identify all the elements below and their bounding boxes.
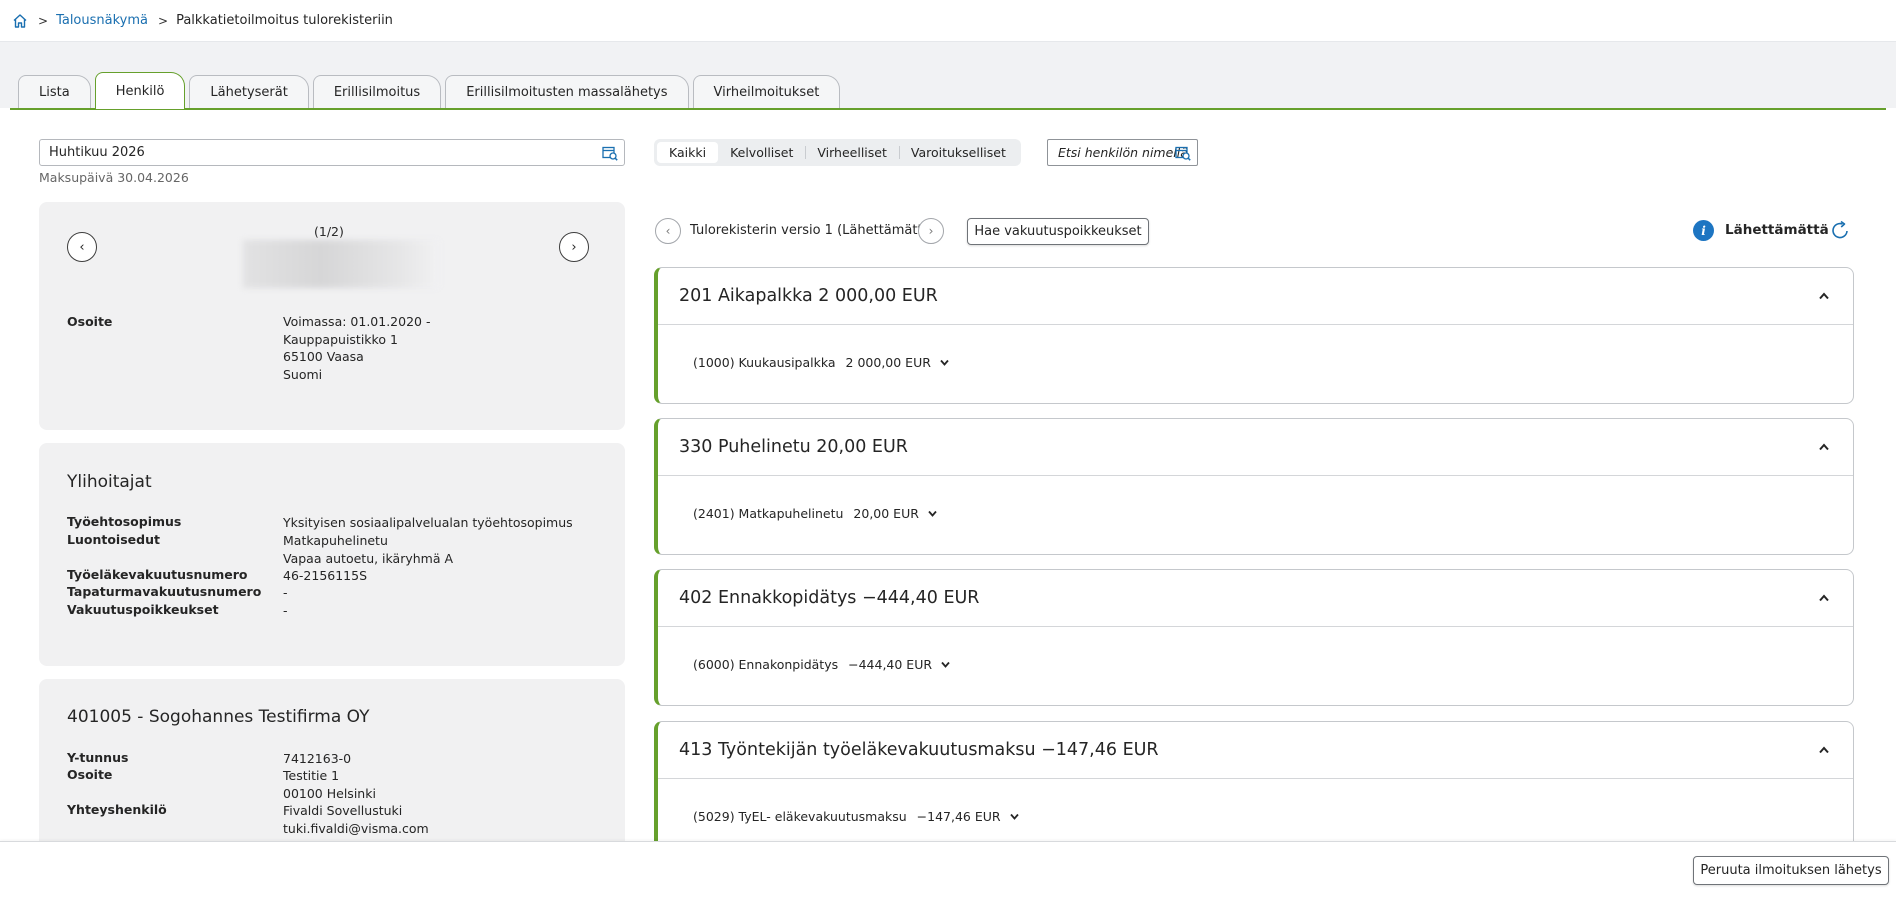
income-line-item[interactable]: (5029) TyEL- eläkevakuutusmaksu −147,46 … [693, 809, 1019, 824]
income-group: 413 Työntekijän työeläkevakuutusmaksu −1… [654, 721, 1854, 858]
employment-card: Ylihoitajat Työehtosopimus Yksityisen so… [39, 443, 625, 666]
tab-erillisilmoitus[interactable]: Erillisilmoitus [312, 75, 442, 109]
name-search-placeholder: Etsi henkilön nimellä [1058, 145, 1188, 160]
chevron-left-icon: ‹ [79, 239, 85, 255]
chevron-right-icon: › [928, 224, 934, 238]
prev-version-button[interactable]: ‹ [655, 218, 681, 244]
chevron-left-icon: ‹ [665, 224, 671, 238]
status-filter: Kaikki Kelvolliset Virheelliset Varoituk… [654, 139, 1021, 166]
refresh-icon[interactable] [1829, 219, 1851, 241]
chevron-up-icon[interactable] [1819, 594, 1829, 602]
home-icon[interactable] [12, 13, 28, 29]
tab-massalahetys[interactable]: Erillisilmoitusten massalähetys [445, 75, 689, 109]
company-title: 401005 - Sogohannes Testifirma OY [67, 707, 370, 727]
cancel-sending-button[interactable]: Peruuta ilmoituksen lähetys [1693, 856, 1889, 885]
employment-title: Ylihoitajat [67, 472, 152, 492]
calendar-search-icon[interactable] [602, 145, 618, 161]
filter-kaikki[interactable]: Kaikki [657, 142, 719, 163]
tab-henkilo[interactable]: Henkilö [94, 72, 186, 109]
version-text: Tulorekisterin versio 1 (Lähettämättä) [690, 223, 936, 238]
period-value: Huhtikuu 2026 [49, 145, 145, 160]
fetch-insurance-exceptions-button[interactable]: Hae vakuutuspoikkeukset [967, 218, 1149, 245]
next-version-button[interactable]: › [918, 218, 944, 244]
chevron-down-icon[interactable] [941, 661, 950, 668]
chevron-down-icon[interactable] [1009, 813, 1019, 820]
search-icon[interactable] [1175, 145, 1191, 161]
chevron-up-icon[interactable] [1819, 292, 1829, 300]
income-group-body: (6000) Ennakonpidätys −444,40 EUR [658, 627, 1853, 702]
income-group: 330 Puhelinetu 20,00 EUR (2401) Matkapuh… [654, 418, 1854, 555]
chevron-up-icon[interactable] [1819, 746, 1829, 754]
breadcrumb-separator: > [158, 13, 169, 28]
footer-bar [0, 841, 1896, 902]
person-card: (1/2) ‹ › Osoite Voimassa: 01.01.2020 - … [39, 202, 625, 430]
tab-lista[interactable]: Lista [18, 75, 91, 109]
chevron-down-icon[interactable] [940, 359, 949, 366]
address-label: Osoite [67, 314, 113, 329]
chevron-down-icon[interactable] [928, 510, 937, 517]
income-group-header[interactable]: 201 Aikapalkka 2 000,00 EUR [658, 268, 1853, 325]
period-select[interactable]: Huhtikuu 2026 [39, 139, 625, 166]
filter-kelvolliset[interactable]: Kelvolliset [718, 142, 805, 163]
tab-bar: Lista Henkilö Lähetyserät Erillisilmoitu… [18, 72, 844, 109]
payday-text: Maksupäivä 30.04.2026 [39, 170, 189, 185]
redacted-person-name [243, 240, 439, 288]
next-person-button[interactable]: › [559, 232, 589, 262]
breadcrumb-current: Palkkatietoilmoitus tulorekisteriin [176, 13, 393, 28]
tab-virheilmoitukset[interactable]: Virheilmoitukset [692, 75, 841, 109]
tab-underline [10, 108, 1886, 110]
name-search-input[interactable]: Etsi henkilön nimellä [1047, 139, 1198, 166]
send-status: Lähettämättä [1725, 222, 1829, 238]
breadcrumb-separator: > [38, 13, 49, 28]
chevron-up-icon[interactable] [1819, 443, 1829, 451]
chevron-right-icon: › [571, 239, 577, 255]
income-group-body: (2401) Matkapuhelinetu 20,00 EUR [658, 476, 1853, 551]
income-group: 201 Aikapalkka 2 000,00 EUR (1000) Kuuka… [654, 267, 1854, 404]
filter-virheelliset[interactable]: Virheelliset [805, 142, 899, 163]
income-group-header[interactable]: 413 Työntekijän työeläkevakuutusmaksu −1… [658, 722, 1853, 779]
income-group-body: (1000) Kuukausipalkka 2 000,00 EUR [658, 325, 1853, 400]
income-group-header[interactable]: 402 Ennakkopidätys −444,40 EUR [658, 570, 1853, 627]
income-line-item[interactable]: (6000) Ennakonpidätys −444,40 EUR [693, 657, 950, 672]
info-icon: i [1693, 220, 1714, 241]
income-group-header[interactable]: 330 Puhelinetu 20,00 EUR [658, 419, 1853, 476]
breadcrumb-link-talousnakyma[interactable]: Talousnäkymä [56, 13, 148, 28]
income-line-item[interactable]: (2401) Matkapuhelinetu 20,00 EUR [693, 506, 937, 521]
breadcrumb: > Talousnäkymä > Palkkatietoilmoitus tul… [0, 0, 1896, 42]
tab-lahetyserat[interactable]: Lähetyserät [189, 75, 309, 109]
prev-person-button[interactable]: ‹ [67, 232, 97, 262]
income-line-item[interactable]: (1000) Kuukausipalkka 2 000,00 EUR [693, 355, 949, 370]
person-pager: (1/2) [314, 224, 344, 239]
filter-varoitukselliset[interactable]: Varoitukselliset [898, 142, 1018, 163]
address-value: Voimassa: 01.01.2020 - Kauppapuistikko 1… [283, 314, 431, 382]
income-group: 402 Ennakkopidätys −444,40 EUR (6000) En… [654, 569, 1854, 706]
